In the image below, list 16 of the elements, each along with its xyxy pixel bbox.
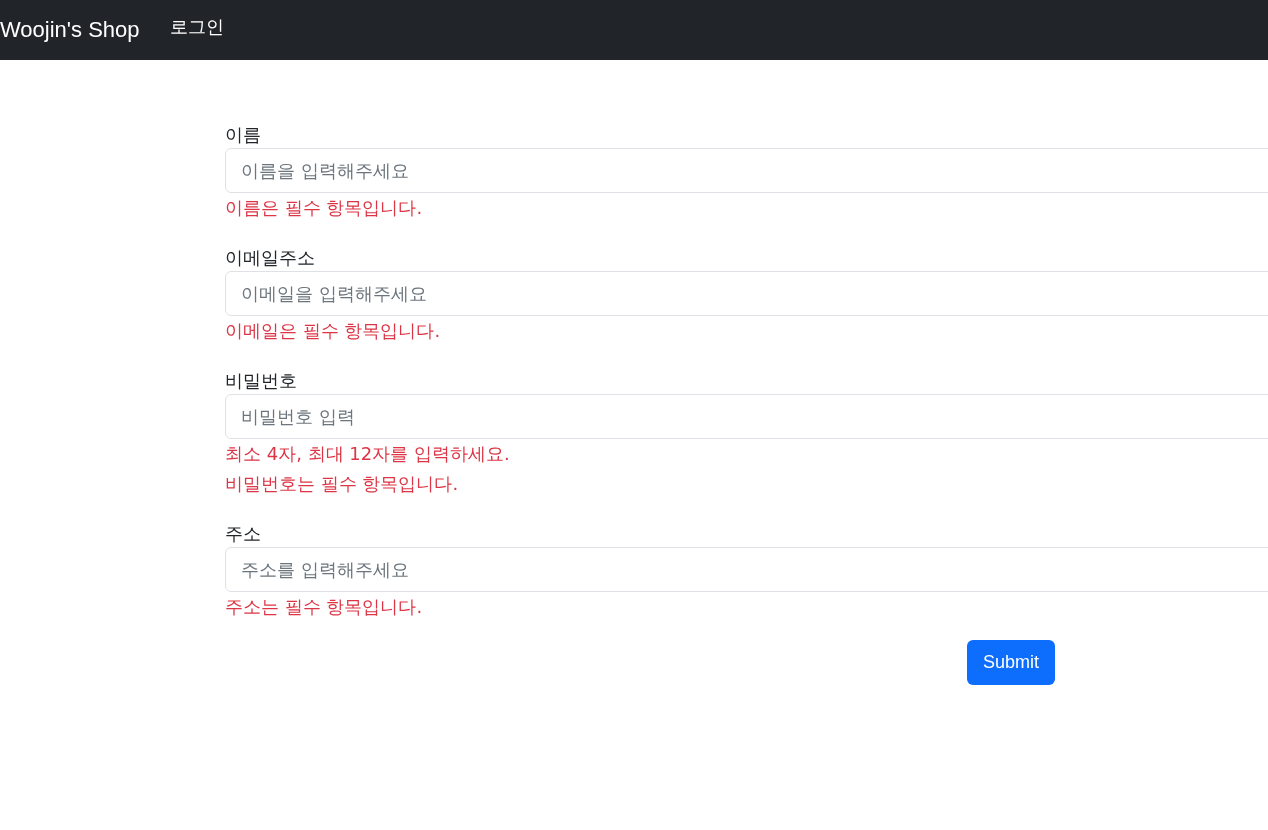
input-field[interactable]: 주소를 입력해주세요: [225, 547, 1268, 592]
brand-link[interactable]: Woojin's Shop: [0, 17, 140, 43]
field-label: 이메일주소: [225, 246, 316, 270]
login-link[interactable]: 로그인: [169, 15, 224, 39]
error-message: 최소 4자, 최대 12자를 입력하세요.: [225, 442, 511, 466]
input-field[interactable]: 비밀번호 입력: [225, 394, 1268, 439]
error-message: 주소는 필수 항목입니다.: [225, 595, 424, 619]
input-field[interactable]: 이름을 입력해주세요: [225, 148, 1268, 193]
field-label: 이름: [225, 123, 262, 147]
input-field[interactable]: 이메일을 입력해주세요: [225, 271, 1268, 316]
submit-button[interactable]: Submit: [967, 640, 1056, 685]
error-message: 이메일은 필수 항목입니다.: [225, 319, 442, 343]
field-label: 비밀번호: [225, 369, 298, 393]
error-message: 비밀번호는 필수 항목입니다.: [225, 472, 460, 496]
error-message: 이름은 필수 항목입니다.: [225, 196, 424, 220]
field-label: 주소: [225, 522, 262, 546]
